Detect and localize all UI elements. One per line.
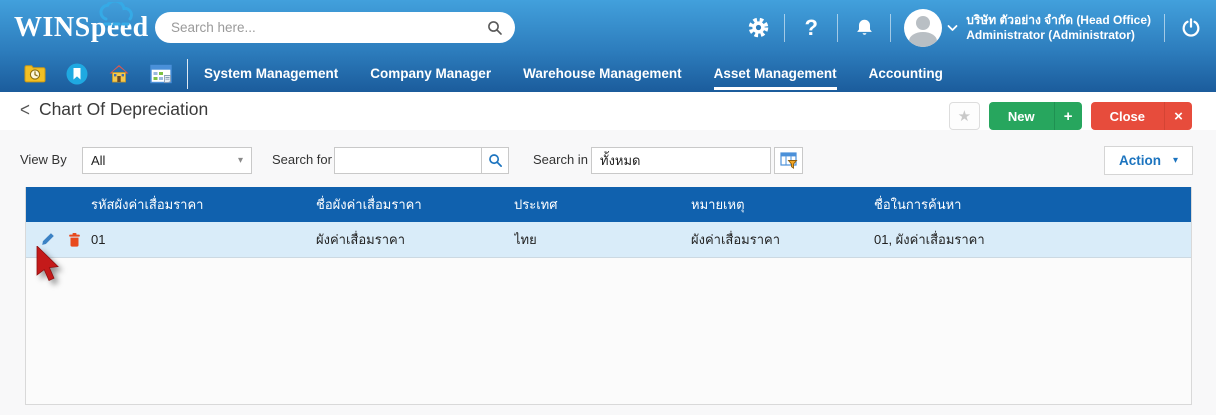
close-x-icon[interactable]: × xyxy=(1165,102,1192,130)
search-icon[interactable] xyxy=(487,20,503,36)
recent-folder-icon[interactable] xyxy=(24,63,46,85)
action-button-label: Action xyxy=(1119,153,1161,168)
row-remark: ผังค่าเสื่อมราคา xyxy=(691,229,874,250)
main-nav: System Management Company Manager Wareho… xyxy=(0,55,1216,92)
column-filter-button[interactable] xyxy=(774,147,803,174)
plus-icon[interactable]: + xyxy=(1055,102,1082,130)
logout-power-icon[interactable] xyxy=(1178,17,1204,39)
chevron-down-icon[interactable] xyxy=(947,24,958,32)
home-icon[interactable] xyxy=(108,63,130,85)
banner-row: WINSpeed xyxy=(0,0,1216,55)
page-title: Chart Of Depreciation xyxy=(39,99,208,120)
mouse-cursor xyxy=(36,246,62,286)
view-by-label: View By xyxy=(20,152,67,167)
search-in-input[interactable] xyxy=(592,148,770,173)
tab-warehouse-management[interactable]: Warehouse Management xyxy=(523,55,682,92)
help-icon[interactable]: ? xyxy=(798,17,824,39)
app-window: WINSpeed xyxy=(0,0,1216,415)
user-role: Administrator (Administrator) xyxy=(966,28,1151,43)
data-grid: รหัสผังค่าเสื่อมราคา ชื่อผังค่าเสื่อมราค… xyxy=(25,187,1192,405)
title-buttons: ★ New + Close × xyxy=(949,102,1192,130)
row-name: ผังค่าเสื่อมราคา xyxy=(316,229,514,250)
view-by-select[interactable]: All ▾ xyxy=(82,147,252,174)
tab-accounting[interactable]: Accounting xyxy=(869,55,943,92)
banner-right-cluster: ? บริษัท ตัวอย่าง จำกัด (Head Office) xyxy=(745,0,1216,55)
divider xyxy=(890,14,891,42)
row-code: 01 xyxy=(91,232,316,247)
table-row[interactable]: 01 ผังค่าเสื่อมราคา ไทย ผังค่าเสื่อมราคา… xyxy=(26,222,1191,258)
grid-header-country[interactable]: ประเทศ xyxy=(514,194,691,215)
title-bar: < Chart Of Depreciation ★ New + Close × xyxy=(0,92,1216,130)
global-search xyxy=(155,12,515,43)
global-search-input[interactable] xyxy=(171,20,487,35)
new-button-label: New xyxy=(989,102,1054,130)
grid-header-search-name[interactable]: ชื่อในการค้นหา xyxy=(874,194,1191,215)
grid-header-code[interactable]: รหัสผังค่าเสื่อมราคา xyxy=(91,194,316,215)
action-button[interactable]: Action ▾ xyxy=(1104,146,1193,175)
grid-header-name[interactable]: ชื่อผังค่าเสื่อมราคา xyxy=(316,194,514,215)
row-country: ไทย xyxy=(514,229,691,250)
table-filter-icon xyxy=(780,152,798,169)
search-for-input[interactable] xyxy=(335,148,481,173)
caret-down-icon: ▾ xyxy=(1173,155,1178,166)
field-search-icon[interactable] xyxy=(481,148,508,173)
grid-header-remark[interactable]: หมายเหตุ xyxy=(691,194,874,215)
settings-gear-icon[interactable] xyxy=(745,16,771,39)
delete-trash-icon[interactable] xyxy=(66,232,82,248)
cloud-icon xyxy=(96,2,140,30)
nav-divider xyxy=(187,59,188,89)
search-for-field xyxy=(334,147,509,174)
divider xyxy=(784,14,785,42)
search-in-label: Search in xyxy=(533,152,588,167)
view-by-value: All xyxy=(91,153,105,168)
user-company: บริษัท ตัวอย่าง จำกัด (Head Office) xyxy=(966,13,1151,28)
search-in-field xyxy=(591,147,771,174)
search-for-label: Search for xyxy=(272,152,332,167)
new-button[interactable]: New + xyxy=(989,102,1082,130)
tab-system-management[interactable]: System Management xyxy=(204,55,338,92)
bookmark-icon[interactable] xyxy=(66,63,88,85)
nav-tabs: System Management Company Manager Wareho… xyxy=(204,55,943,92)
tab-company-manager[interactable]: Company Manager xyxy=(370,55,491,92)
close-button-label: Close xyxy=(1091,102,1164,130)
avatar[interactable] xyxy=(904,9,942,47)
divider xyxy=(1164,14,1165,42)
tab-asset-management[interactable]: Asset Management xyxy=(714,55,837,92)
row-search-name: 01, ผังค่าเสื่อมราคา xyxy=(874,229,1191,250)
caret-down-icon: ▾ xyxy=(238,155,243,166)
close-button[interactable]: Close × xyxy=(1091,102,1192,130)
quick-icons xyxy=(0,63,172,85)
grid-header-row: รหัสผังค่าเสื่อมราคา ชื่อผังค่าเสื่อมราค… xyxy=(26,187,1191,222)
back-chevron-icon[interactable]: < xyxy=(20,98,30,121)
user-info[interactable]: บริษัท ตัวอย่าง จำกัด (Head Office) Admi… xyxy=(966,13,1151,43)
content-area: View By All ▾ Search for Search in xyxy=(0,130,1216,415)
notifications-bell-icon[interactable] xyxy=(851,17,877,38)
divider xyxy=(837,14,838,42)
star-icon: ★ xyxy=(958,107,971,125)
top-banner: WINSpeed xyxy=(0,0,1216,92)
calendar-icon[interactable] xyxy=(150,63,172,85)
favorite-star-button[interactable]: ★ xyxy=(949,102,980,130)
